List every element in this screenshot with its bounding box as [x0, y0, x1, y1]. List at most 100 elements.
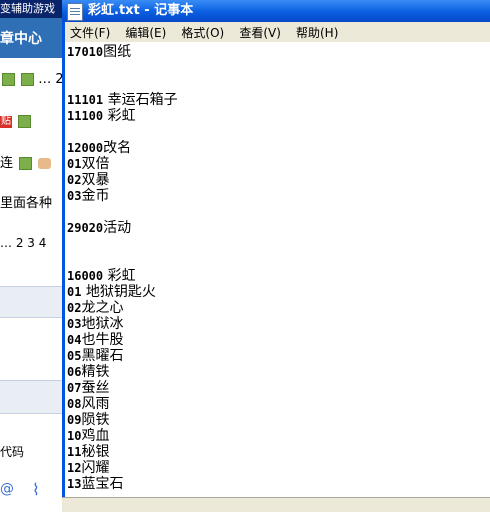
image-icon [2, 73, 15, 86]
background-pager[interactable]: … 2 3 4 [0, 236, 46, 250]
text-editor-area[interactable]: 17010图纸 11101 幸运石箱子 11100 彩虹 12000改名 01双倍 02双… [65, 42, 490, 497]
text-line[interactable]: 09陨铁 [67, 412, 178, 428]
background-row-code[interactable]: 代码 [0, 443, 24, 460]
background-row-code-text[interactable]: 代码 [0, 445, 24, 459]
line-code: 29020 [67, 221, 104, 235]
menu-help[interactable]: 帮助(H) [291, 23, 343, 43]
line-label: 蓝宝石 [81, 476, 124, 492]
line-code: 08 [67, 397, 82, 411]
window-title: 彩虹.txt - 记事本 [88, 3, 194, 18]
line-label: 双暴 [81, 172, 110, 188]
menu-bar: 文件(F) 编辑(E) 格式(O) 查看(V) 帮助(H) [65, 22, 490, 43]
text-line[interactable]: 13蓝宝石 [67, 476, 178, 492]
background-row-1[interactable]: … 2 [0, 72, 62, 87]
text-line[interactable]: 11秘银 [67, 444, 178, 460]
line-label: 改名 [103, 140, 132, 156]
background-row-2[interactable]: 贴 [0, 114, 32, 129]
line-label: 彩虹 [103, 108, 136, 124]
line-code: 02 [67, 173, 82, 187]
line-label: 地狱钥匙火 [81, 284, 156, 300]
line-label: 闪耀 [81, 460, 110, 476]
line-code: 03 [67, 317, 82, 331]
text-line[interactable]: 08风雨 [67, 396, 178, 412]
text-line[interactable]: 17010图纸 [67, 44, 178, 60]
image-icon [21, 73, 35, 86]
notepad-window: 彩虹.txt - 记事本 文件(F) 编辑(E) 格式(O) 查看(V) 帮助(… [62, 0, 490, 512]
background-row-1-pages[interactable]: … 2 [38, 72, 62, 87]
line-code: 06 [67, 365, 82, 379]
text-line[interactable]: 11101 幸运石箱子 [67, 92, 178, 108]
text-line[interactable]: 12000改名 [67, 140, 178, 156]
line-label: 活动 [103, 220, 132, 236]
paperclip-icon[interactable]: ⌇ [32, 480, 40, 499]
line-label: 黑曜石 [81, 348, 124, 364]
line-code: 01 [67, 157, 82, 171]
line-code: 17010 [67, 45, 104, 59]
line-code: 03 [67, 189, 82, 203]
text-line[interactable]: 05黑曜石 [67, 348, 178, 364]
line-code: 12 [67, 461, 82, 475]
line-code: 11100 [67, 109, 104, 123]
background-row-3[interactable]: 连 [0, 152, 52, 171]
line-code: 05 [67, 349, 82, 363]
background-band [0, 380, 62, 414]
menu-format[interactable]: 格式(O) [176, 23, 229, 43]
line-code: 10 [67, 429, 82, 443]
line-label: 龙之心 [81, 300, 124, 316]
text-line[interactable]: 06精铁 [67, 364, 178, 380]
text-line[interactable]: 03地狱冰 [67, 316, 178, 332]
background-row-3-text[interactable]: 连 [0, 156, 13, 171]
text-line[interactable]: 02双暴 [67, 172, 178, 188]
line-code: 12000 [67, 141, 104, 155]
line-label: 图纸 [103, 44, 132, 60]
notepad-icon [67, 3, 83, 21]
line-label: 精铁 [81, 364, 110, 380]
line-label: 双倍 [81, 156, 110, 172]
menu-view[interactable]: 查看(V) [234, 23, 286, 43]
line-label: 幸运石箱子 [103, 92, 178, 108]
background-forum-page: 变辅助游戏 章中心 … 2 贴 连 里面各种 … 2 3 4 代码 @ ⌇ [0, 0, 62, 511]
background-pager-text[interactable]: … 2 3 4 [0, 236, 46, 250]
text-line[interactable] [67, 76, 178, 92]
document-text[interactable]: 17010图纸 11101 幸运石箱子 11100 彩虹 12000改名 01双倍 02双… [67, 44, 178, 492]
text-line[interactable] [67, 252, 178, 268]
text-line[interactable]: 11100 彩虹 [67, 108, 178, 124]
background-title: 变辅助游戏 [0, 2, 55, 15]
text-line[interactable]: 04也牛股 [67, 332, 178, 348]
text-line[interactable]: 02龙之心 [67, 300, 178, 316]
image-icon [18, 115, 32, 128]
at-icon[interactable]: @ [0, 481, 14, 497]
line-label: 蚕丝 [81, 380, 110, 396]
line-label: 彩虹 [103, 268, 136, 284]
text-line[interactable] [67, 60, 178, 76]
line-code: 11 [67, 445, 82, 459]
background-header: 章中心 [0, 31, 42, 47]
text-line[interactable] [67, 236, 178, 252]
title-bar[interactable]: 彩虹.txt - 记事本 [62, 0, 490, 22]
line-label: 鸡血 [81, 428, 110, 444]
line-code: 09 [67, 413, 82, 427]
window-bottom-edge [62, 497, 490, 512]
line-label: 也牛股 [81, 332, 124, 348]
image-icon [19, 157, 33, 170]
menu-file[interactable]: 文件(F) [65, 23, 115, 43]
text-line[interactable]: 07蚕丝 [67, 380, 178, 396]
menu-edit[interactable]: 编辑(E) [120, 23, 171, 43]
text-line[interactable]: 29020活动 [67, 220, 178, 236]
line-label: 金币 [81, 188, 110, 204]
line-label: 地狱冰 [81, 316, 124, 332]
text-line[interactable]: 10鸡血 [67, 428, 178, 444]
text-line[interactable]: 01 地狱钥匙火 [67, 284, 178, 300]
background-title-bar: 变辅助游戏 [0, 0, 62, 18]
text-line[interactable]: 01双倍 [67, 156, 178, 172]
line-code: 01 [67, 285, 82, 299]
text-line[interactable]: 03金币 [67, 188, 178, 204]
line-code: 13 [67, 477, 82, 491]
background-row-4[interactable]: 里面各种 [0, 192, 52, 211]
text-line[interactable]: 12闪耀 [67, 460, 178, 476]
text-line[interactable] [67, 124, 178, 140]
text-line[interactable] [67, 204, 178, 220]
line-code: 07 [67, 381, 82, 395]
text-line[interactable]: 16000 彩虹 [67, 268, 178, 284]
background-row-4-text[interactable]: 里面各种 [0, 196, 52, 211]
